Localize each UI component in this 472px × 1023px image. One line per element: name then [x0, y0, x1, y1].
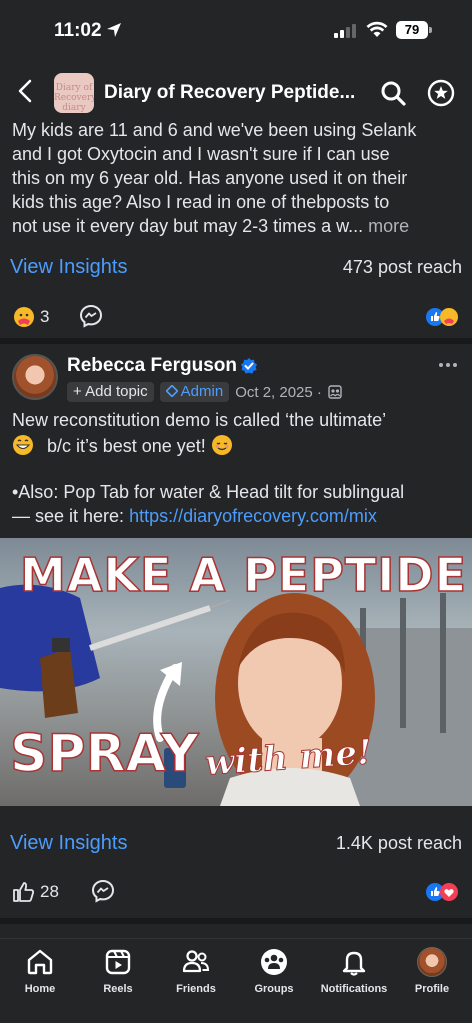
- admin-badge-label: Admin: [180, 383, 224, 400]
- like-count: 28: [40, 882, 59, 901]
- home-icon: [27, 949, 53, 975]
- groups-icon: [261, 949, 287, 975]
- next-post-peek: [0, 924, 472, 938]
- post2-line-text: b/c it’s best one yet!: [47, 436, 206, 456]
- admin-diamond-icon: [165, 384, 179, 398]
- battery-tip: [429, 27, 432, 33]
- post-image[interactable]: MAKE A PEPTIDE SPRAY with me!: [0, 538, 472, 806]
- nav-reels[interactable]: Reels: [78, 947, 158, 995]
- post-reach: 1.4K post reach: [335, 833, 462, 853]
- post2-line: New reconstitution demo is called ‘the u…: [12, 410, 387, 430]
- nav-label: Profile: [414, 983, 450, 995]
- nav-notifications[interactable]: Notifications: [314, 947, 394, 995]
- post2-text: New reconstitution demo is called ‘the u…: [12, 408, 464, 528]
- nav-label: Groups: [254, 983, 294, 995]
- bottom-nav: Home Reels Friends Groups Notifications …: [0, 938, 472, 1023]
- post-meta-row: + Add topic Admin Oct 2, 2025 ·: [67, 381, 342, 403]
- like-love-reactions-icon[interactable]: [424, 881, 460, 903]
- nav-label: Notifications: [320, 983, 388, 995]
- reels-icon: [105, 949, 131, 975]
- post1-text: My kids are 11 and 6 and we've been usin…: [12, 118, 464, 238]
- post2-insights-row: View Insights 1.4K post reach: [0, 828, 472, 860]
- post1-line: not use it every day but may 2-3 times a…: [12, 214, 464, 238]
- see-more-link[interactable]: more: [368, 216, 409, 236]
- post1-line: kids this age? Also I read in one of the…: [12, 192, 390, 212]
- messenger-icon[interactable]: [79, 304, 103, 328]
- image-headline-text: MAKE A PEPTIDE: [19, 547, 468, 603]
- messenger-icon[interactable]: [91, 879, 115, 903]
- group-audience-icon: [328, 385, 342, 399]
- group-avatar-text: Diary of Recovery diary: [54, 83, 94, 113]
- like-care-reactions-icon[interactable]: [424, 306, 460, 328]
- post2-line-text: — see it here:: [12, 506, 125, 526]
- post1-line: and I got Oxytocin and I wasn't sure if …: [12, 144, 390, 164]
- admin-badge: Admin: [159, 382, 230, 402]
- cellular-signal-icon: [334, 24, 356, 38]
- back-chevron-icon[interactable]: [14, 78, 38, 104]
- nav-label: Reels: [103, 983, 133, 995]
- like-icon[interactable]: [12, 880, 36, 904]
- post-link[interactable]: https://diaryofrecovery.com/mix: [129, 506, 377, 526]
- nav-friends[interactable]: Friends: [156, 947, 236, 995]
- nav-groups[interactable]: Groups: [234, 947, 314, 995]
- status-bar: 11:02 79: [0, 0, 472, 60]
- admin-shield-star-icon[interactable]: [426, 78, 456, 108]
- reaction-count: 3: [40, 307, 50, 326]
- post-divider: [0, 338, 472, 344]
- post2-line: b/c it’s best one yet!: [12, 434, 464, 458]
- wifi-icon: [366, 21, 388, 37]
- author-name[interactable]: Rebecca Ferguson: [67, 355, 237, 377]
- post1-line: My kids are 11 and 6 and we've been usin…: [12, 120, 417, 140]
- nav-label: Home: [24, 983, 56, 995]
- friends-icon: [182, 950, 210, 973]
- location-arrow-icon: [107, 23, 121, 37]
- add-topic-button[interactable]: + Add topic: [67, 382, 154, 402]
- post2-line: •Also: Pop Tab for water & Head tilt for…: [12, 482, 405, 502]
- verified-badge-icon: [241, 358, 257, 374]
- author-avatar[interactable]: [12, 354, 58, 400]
- image-spray-text: SPRAY: [9, 723, 199, 785]
- post-date[interactable]: Oct 2, 2025 ·: [235, 384, 322, 401]
- view-insights-link[interactable]: View Insights: [10, 256, 127, 279]
- group-avatar[interactable]: Diary of Recovery diary: [54, 73, 94, 113]
- post-reach: 473 post reach: [342, 257, 462, 277]
- post1-reaction-row: 3: [0, 299, 472, 335]
- search-icon[interactable]: [380, 80, 406, 106]
- bell-icon: [342, 951, 366, 976]
- view-insights-link[interactable]: View Insights: [10, 832, 127, 855]
- status-time: 11:02: [54, 20, 102, 41]
- battery-indicator: 79: [396, 21, 428, 39]
- post2-spacer: [12, 458, 464, 480]
- post1-line: this on my 6 year old. Has anyone used i…: [12, 168, 408, 188]
- grinning-emoji-icon: [13, 435, 33, 455]
- nav-profile[interactable]: Profile: [392, 947, 472, 995]
- post2-line: — see it here: https://diaryofrecovery.c…: [12, 504, 464, 528]
- care-reaction-icon[interactable]: [12, 305, 36, 329]
- post1-line-text: not use it every day but may 2-3 times a…: [12, 216, 369, 236]
- nav-label: Friends: [176, 983, 216, 995]
- group-header: Diary of Recovery diary Diary of Recover…: [0, 60, 472, 122]
- nav-home[interactable]: Home: [0, 947, 80, 995]
- profile-avatar: [417, 947, 447, 977]
- more-options-icon[interactable]: [438, 362, 458, 368]
- group-title[interactable]: Diary of Recovery Peptide...: [104, 82, 355, 104]
- post2-reaction-row: 28: [0, 874, 472, 910]
- relieved-emoji-icon: [211, 435, 232, 455]
- post1-insights-row: View Insights 473 post reach: [0, 252, 472, 284]
